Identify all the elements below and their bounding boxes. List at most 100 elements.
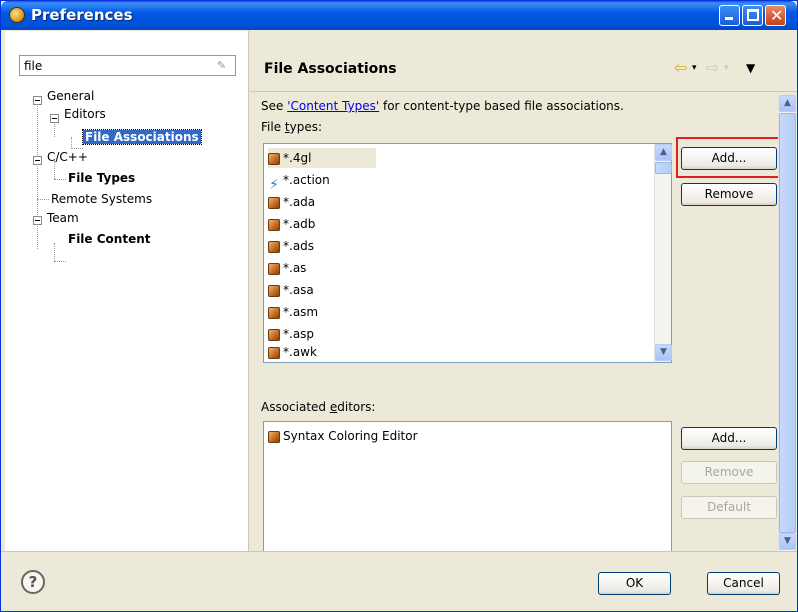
maximize-button[interactable] (742, 5, 763, 26)
forward-arrow-icon[interactable]: ⇨ (706, 58, 719, 78)
list-item[interactable]: *.asm (268, 302, 318, 322)
page-scrollbar[interactable]: ▲ ▼ (778, 95, 796, 551)
list-item[interactable]: *.adb (268, 214, 315, 234)
preferences-window: Preferences ✕ ✎ General Editors File Ass… (0, 0, 798, 612)
file-icon (268, 306, 280, 319)
close-icon: ✕ (770, 6, 784, 25)
filter-input[interactable] (20, 56, 210, 75)
dialog-button-bar: ? OK Cancel (1, 551, 797, 611)
scroll-down-icon[interactable]: ▼ (655, 344, 672, 361)
file-icon (268, 240, 280, 253)
content-types-note: See 'Content Types' for content-type bas… (261, 99, 624, 113)
list-item[interactable]: *.asa (268, 280, 314, 300)
list-item-label: *.ads (283, 239, 315, 253)
forward-menu-icon[interactable]: ▾ (724, 58, 729, 78)
list-item-label: *.as (283, 261, 307, 275)
tree-item-file-associations-label: File Associations (82, 129, 202, 145)
list-item[interactable]: *.awk (268, 342, 317, 362)
editor-icon (268, 430, 280, 443)
list-item-label: *.asm (283, 305, 319, 319)
tree-item-remote-systems[interactable]: Remote Systems (51, 190, 152, 208)
tree-item-editors[interactable]: Editors (64, 105, 106, 123)
list-item-label: Syntax Coloring Editor (283, 429, 418, 443)
tree-connector (54, 261, 66, 262)
file-icon (268, 196, 280, 209)
remove-editor-button[interactable]: Remove (681, 461, 777, 484)
remove-file-type-button[interactable]: Remove (681, 183, 777, 206)
tree-item-cpp[interactable]: C/C++ (47, 148, 88, 166)
file-types-list[interactable]: *.4gl ⚡ *.action *.ada *.adb *.ads *.as *… (263, 143, 672, 363)
preferences-tree-pane: ✎ General Editors File Associations C/C+… (5, 31, 249, 551)
file-icon (268, 346, 280, 359)
list-item-label: *.4gl (283, 151, 312, 165)
page-scroll-down-icon[interactable]: ▼ (779, 533, 796, 550)
list-item-label: *.asa (283, 283, 314, 297)
minimize-button[interactable] (719, 5, 740, 26)
file-icon (268, 328, 280, 341)
list-item-label: *.adb (283, 217, 316, 231)
view-menu-icon[interactable]: ▼ (746, 58, 755, 78)
tree-connector (54, 179, 66, 180)
file-icon (268, 262, 280, 275)
associated-editors-label: Associated editors: (261, 400, 375, 414)
list-item-label: *.action (283, 173, 330, 187)
page-scroll-thumb[interactable] (779, 113, 796, 533)
scroll-up-icon[interactable]: ▲ (655, 144, 672, 161)
header-divider (250, 91, 797, 92)
clear-filter-icon[interactable]: ✎ (217, 59, 231, 72)
back-menu-icon[interactable]: ▾ (692, 58, 697, 78)
add-editor-button[interactable]: Add... (681, 427, 777, 450)
tree-connector (54, 243, 55, 261)
note-prefix: See (261, 99, 288, 113)
eclipse-icon (9, 7, 25, 23)
label-part: File (261, 120, 285, 134)
list-item-label: *.awk (283, 345, 317, 359)
associated-editors-list[interactable]: Syntax Coloring Editor (263, 421, 672, 551)
list-item[interactable]: ⚡ *.action (268, 170, 330, 193)
tree-item-file-types[interactable]: File Types (68, 169, 135, 187)
file-types-label: File types: (261, 120, 322, 134)
collapse-cpp-icon[interactable] (33, 156, 42, 165)
list-item-label: *.asp (283, 327, 315, 341)
page-scroll-up-icon[interactable]: ▲ (779, 95, 796, 112)
scroll-thumb[interactable] (655, 162, 672, 174)
add-file-type-button[interactable]: Add... (681, 147, 777, 170)
close-button[interactable]: ✕ (765, 5, 786, 26)
collapse-team-icon[interactable] (33, 216, 42, 225)
window-title: Preferences (31, 6, 133, 24)
cancel-button[interactable]: Cancel (707, 572, 780, 595)
content-types-link[interactable]: 'Content Types' (287, 99, 379, 113)
ok-button[interactable]: OK (598, 572, 671, 595)
collapse-general-icon[interactable] (33, 96, 42, 105)
list-item[interactable]: Syntax Coloring Editor (268, 426, 418, 446)
list-item[interactable]: *.ads (268, 236, 314, 256)
file-icon (268, 218, 280, 231)
preference-page: File Associations ⇦ ▾ ⇨ ▾ ▼ See 'Content… (250, 31, 797, 551)
label-part: ypes: (289, 120, 323, 134)
collapse-editors-icon[interactable] (50, 114, 59, 123)
tree-connector (37, 101, 38, 249)
file-types-scrollbar[interactable]: ▲ ▼ (654, 144, 672, 362)
list-item[interactable]: *.ada (268, 192, 315, 212)
file-icon (268, 152, 280, 165)
back-arrow-icon[interactable]: ⇦ (674, 58, 687, 78)
label-part: Associated (261, 400, 330, 414)
tree-item-general[interactable]: General (47, 87, 94, 105)
tree-item-team[interactable]: Team (47, 209, 79, 227)
tree-connector (37, 199, 49, 200)
page-title: File Associations (264, 61, 397, 77)
tree-item-file-content[interactable]: File Content (68, 230, 151, 248)
list-item-label: *.ada (283, 195, 316, 209)
tree-item-file-associations[interactable]: File Associations (82, 128, 202, 146)
title-bar[interactable]: Preferences ✕ (1, 1, 797, 30)
list-item[interactable]: *.asp (268, 324, 314, 344)
note-suffix: for content-type based file associations… (379, 99, 624, 113)
filter-box[interactable]: ✎ (19, 55, 236, 76)
list-item[interactable]: *.4gl (268, 148, 376, 168)
file-icon (268, 284, 280, 297)
default-editor-button[interactable]: Default (681, 496, 777, 519)
minimize-icon (725, 17, 733, 20)
label-part: ditors: (337, 400, 376, 414)
list-item[interactable]: *.as (268, 258, 306, 278)
help-icon[interactable]: ? (21, 570, 45, 594)
